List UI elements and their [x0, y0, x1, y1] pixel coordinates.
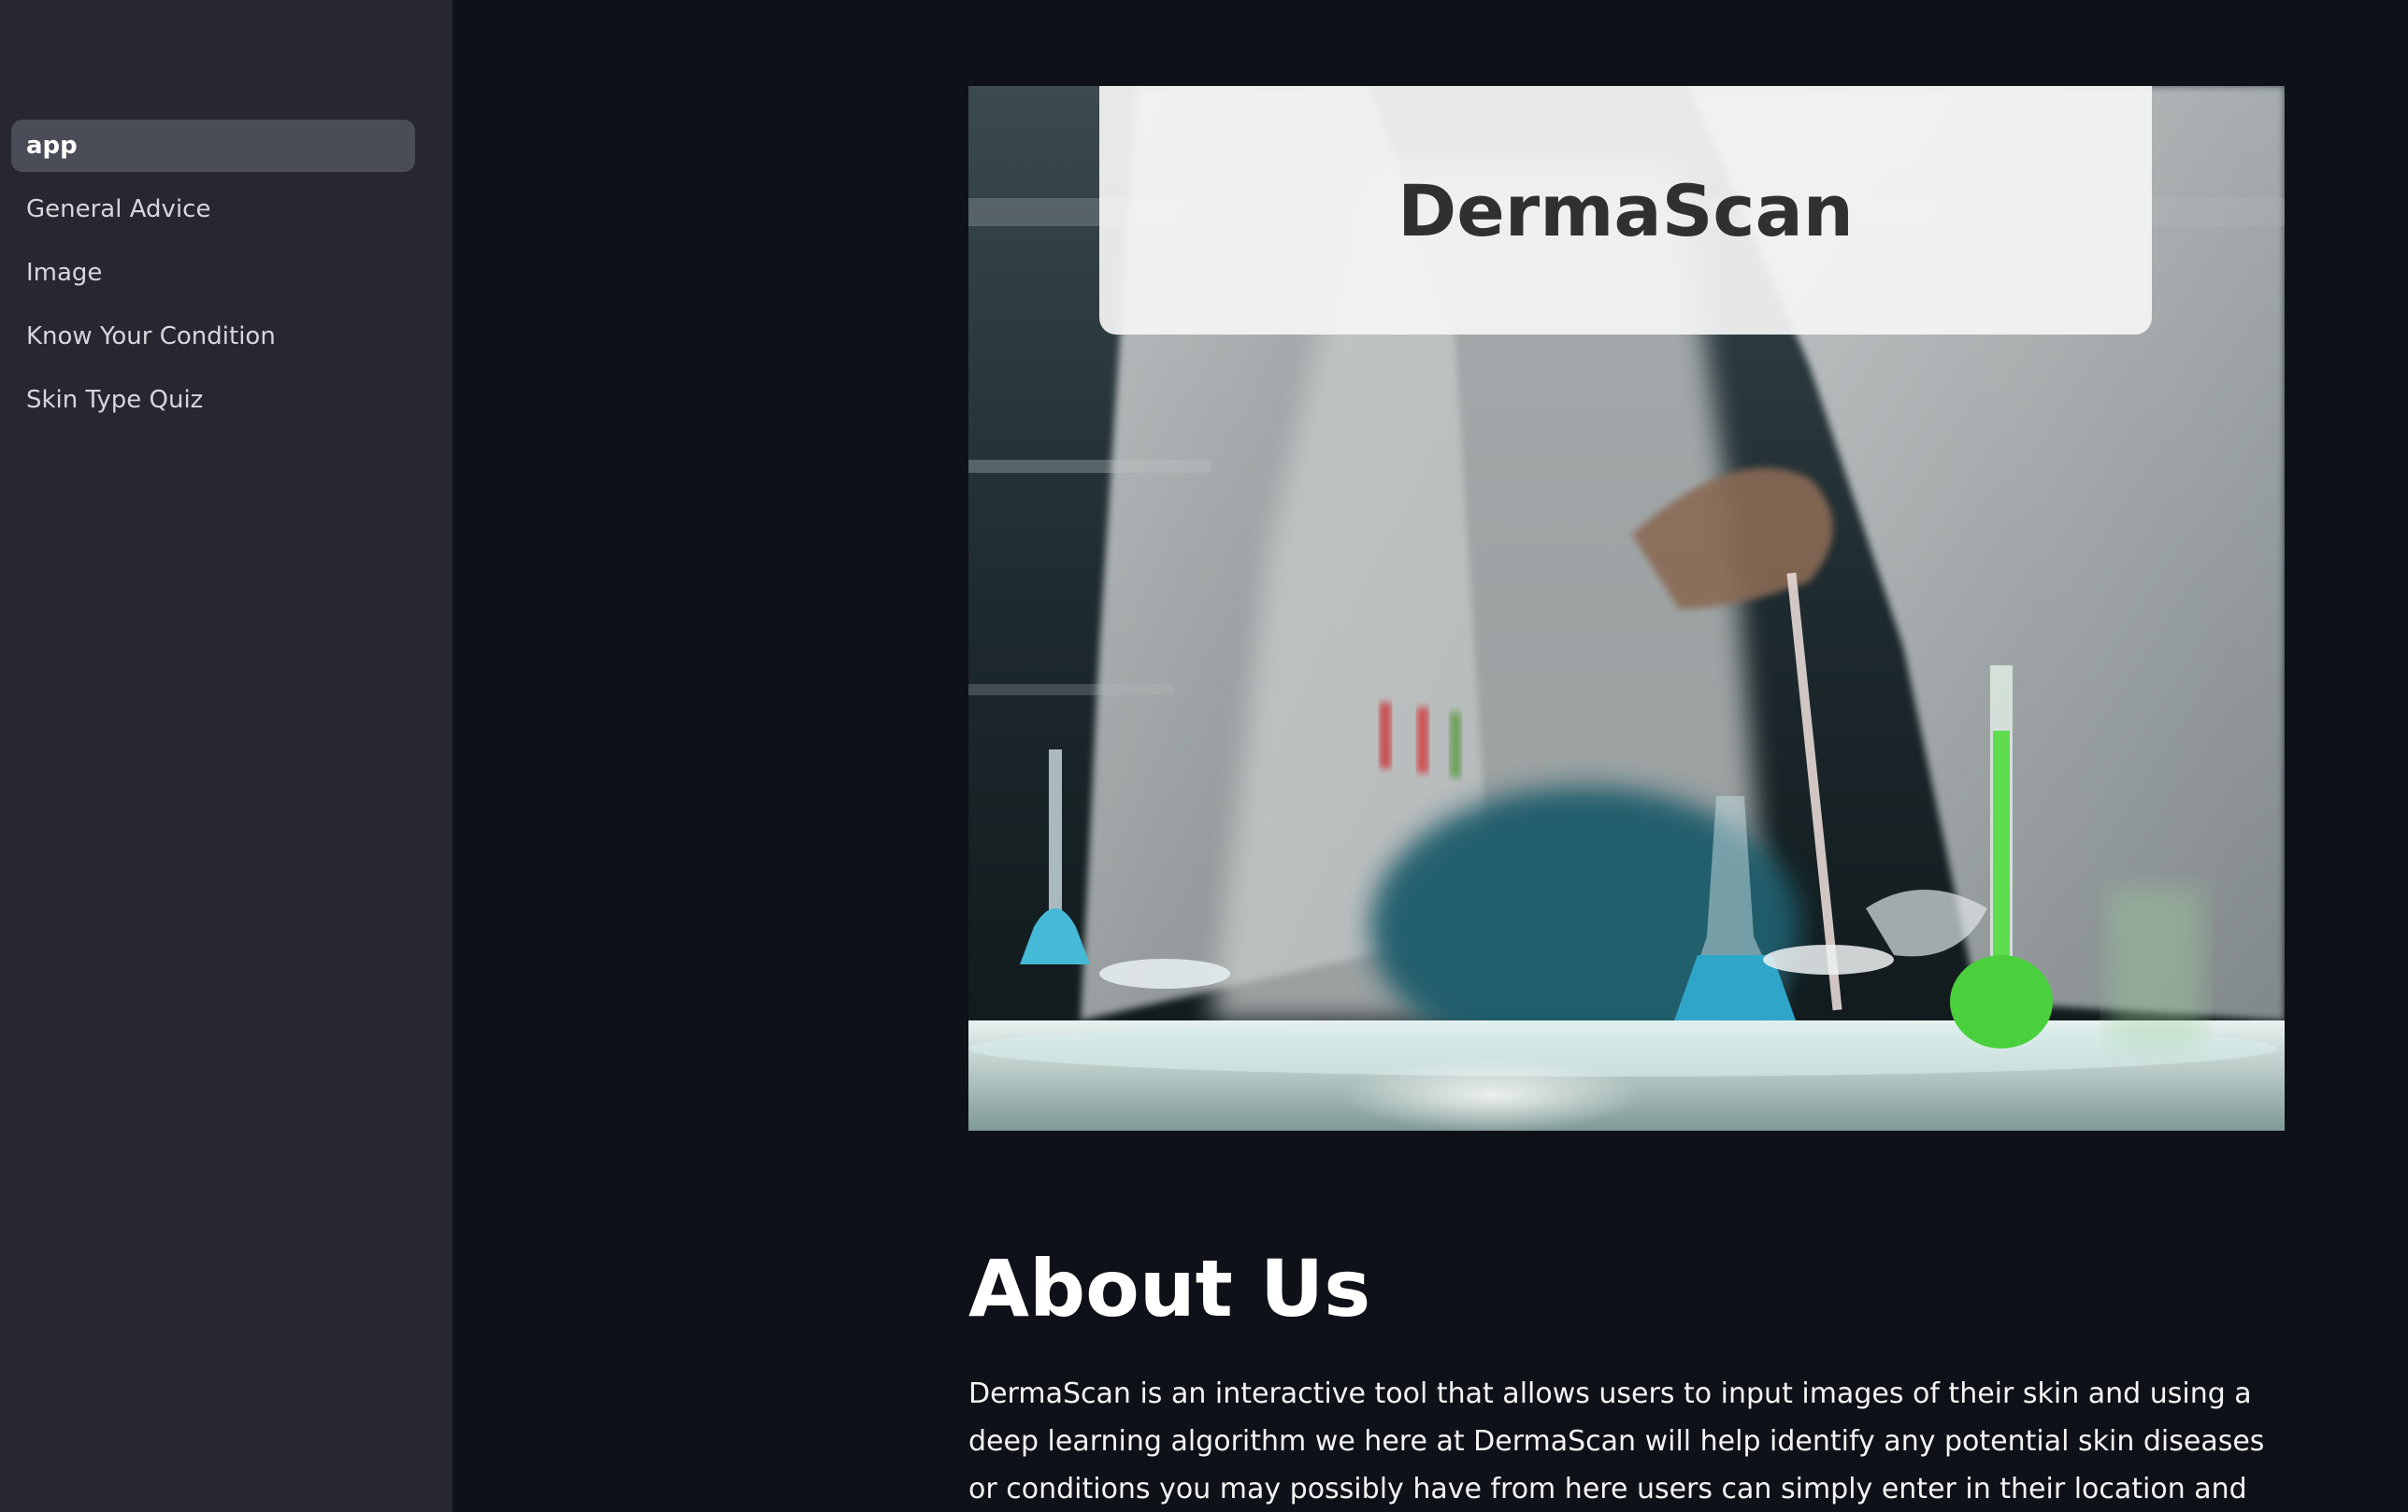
title-card: DermaScan — [1099, 86, 2152, 335]
hero-lab-image: DermaScan — [968, 86, 2285, 1131]
app-window: app General Advice Image Know Your Condi… — [0, 0, 2408, 1512]
about-heading: About Us — [968, 1243, 1371, 1334]
main-content: DermaScan About Us DermaScan is an inter… — [452, 0, 2408, 1512]
sidebar-nav: app General Advice Image Know Your Condi… — [11, 120, 415, 437]
sidebar-item-app[interactable]: app — [11, 120, 415, 172]
sidebar-item-skin-type-quiz[interactable]: Skin Type Quiz — [11, 374, 415, 426]
sidebar-item-image[interactable]: Image — [11, 247, 415, 299]
sidebar: app General Advice Image Know Your Condi… — [0, 0, 452, 1512]
page-title: DermaScan — [1398, 168, 1854, 252]
about-description: DermaScan is an interactive tool that al… — [968, 1377, 2265, 1505]
sidebar-item-know-your-condition[interactable]: Know Your Condition — [11, 310, 415, 363]
sidebar-item-general-advice[interactable]: General Advice — [11, 183, 415, 235]
